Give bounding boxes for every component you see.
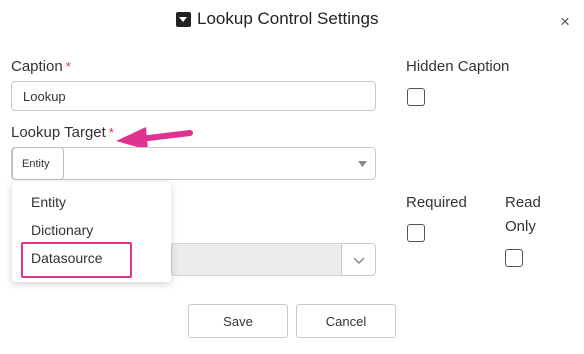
- read-only-checkbox[interactable]: [505, 249, 523, 267]
- caption-input-value: Lookup: [23, 89, 66, 104]
- read-only-label-line2: Only: [505, 218, 536, 235]
- lookup-target-type-text: Entity: [22, 158, 50, 170]
- datasource-dropdown-button[interactable]: [341, 243, 376, 276]
- dialog-title: Lookup Control Settings: [176, 9, 378, 29]
- required-checkbox[interactable]: [407, 224, 425, 242]
- lookup-target-label-text: Lookup Target: [11, 124, 106, 141]
- dropdown-box-icon: [176, 11, 191, 27]
- close-icon[interactable]: ×: [560, 13, 570, 30]
- menu-item-entity[interactable]: Entity: [31, 194, 66, 210]
- read-only-label-line1: Read: [505, 194, 541, 211]
- menu-item-dictionary[interactable]: Dictionary: [31, 222, 93, 238]
- caption-label-text: Caption: [11, 58, 63, 75]
- chevron-down-icon: [358, 161, 367, 167]
- lookup-target-label: Lookup Target *: [11, 124, 114, 141]
- required-asterisk: *: [65, 59, 71, 74]
- hidden-caption-label: Hidden Caption: [406, 58, 510, 75]
- required-label: Required: [406, 194, 467, 211]
- caption-input[interactable]: Lookup: [11, 81, 376, 111]
- save-button[interactable]: Save: [188, 304, 288, 338]
- dialog-title-text: Lookup Control Settings: [197, 9, 379, 28]
- hidden-caption-checkbox[interactable]: [407, 88, 425, 106]
- datasource-highlight-box: [21, 242, 132, 278]
- lookup-target-select[interactable]: [11, 147, 376, 180]
- datasource-select-disabled: [171, 243, 342, 276]
- cancel-button[interactable]: Cancel: [296, 304, 396, 338]
- lookup-target-type-button[interactable]: Entity: [12, 147, 64, 180]
- chevron-down-icon: [353, 257, 365, 265]
- caption-label: Caption *: [11, 58, 71, 75]
